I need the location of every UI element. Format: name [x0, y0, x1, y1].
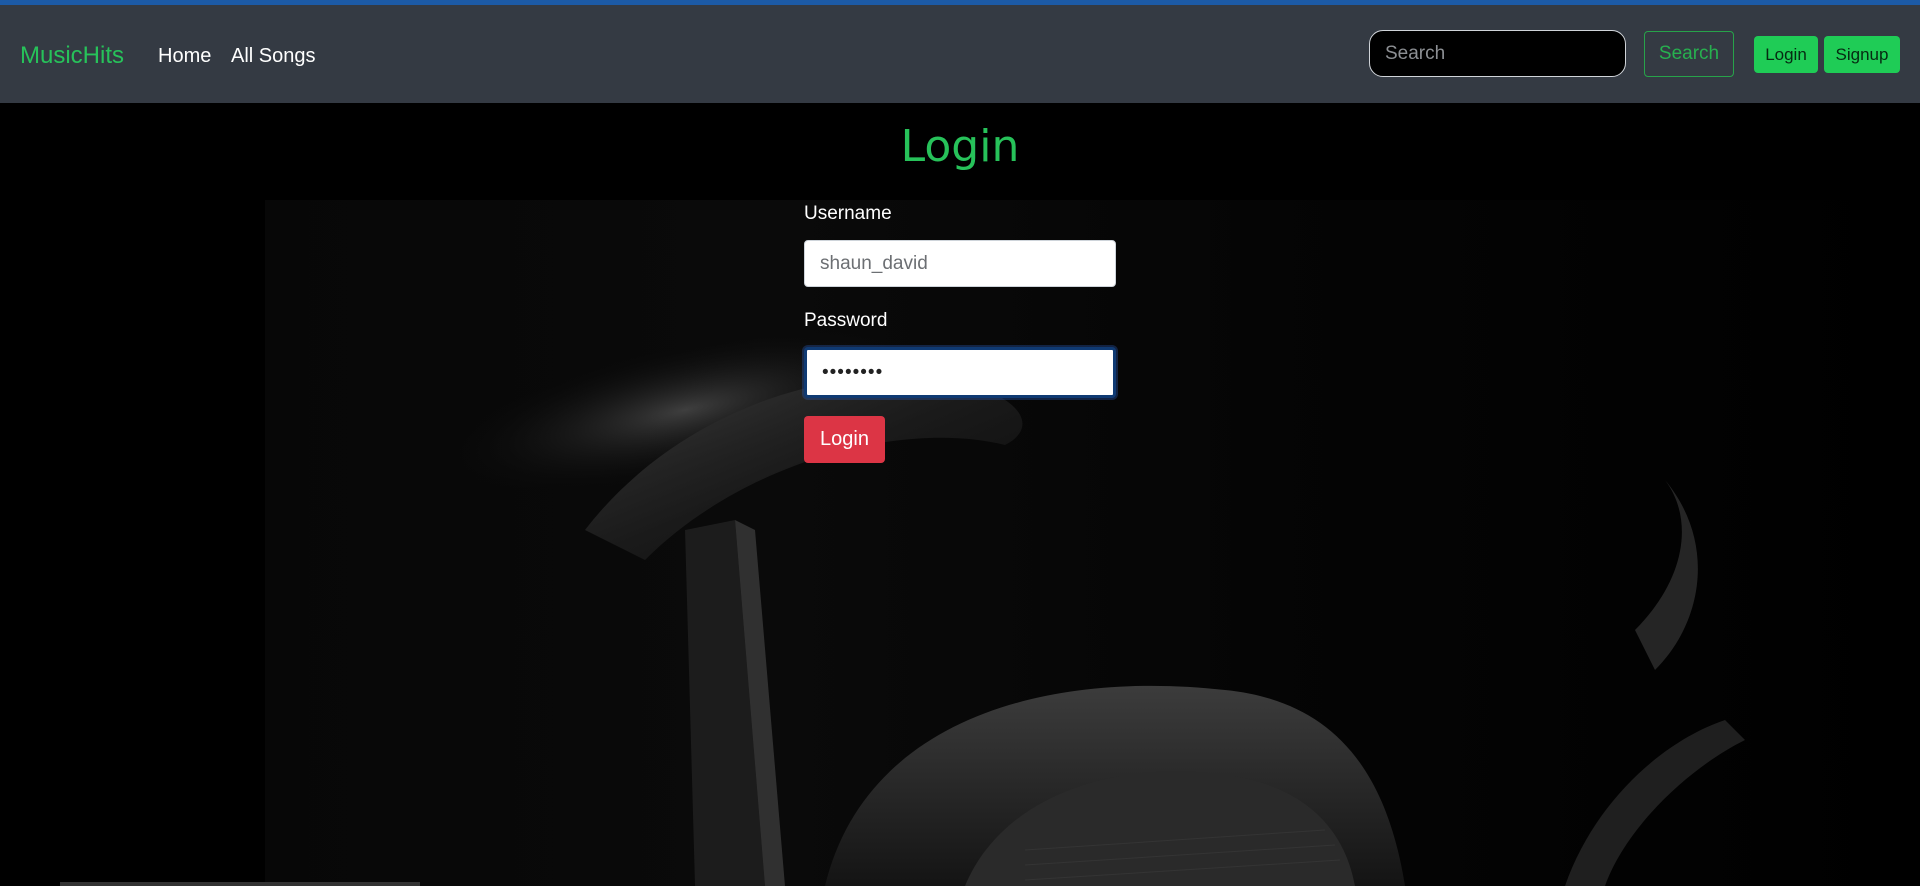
nav-login-button[interactable]: Login	[1754, 36, 1818, 73]
main-content: Login Username Password Login	[0, 103, 1920, 886]
username-field[interactable]	[804, 240, 1116, 287]
login-submit-button[interactable]: Login	[804, 416, 885, 463]
password-field[interactable]	[804, 347, 1116, 398]
brand-logo[interactable]: MusicHits	[20, 42, 124, 70]
password-label: Password	[804, 310, 888, 331]
navbar: MusicHits Home All Songs Search Login Si…	[0, 5, 1920, 103]
username-label: Username	[804, 203, 892, 224]
search-input[interactable]	[1369, 30, 1626, 77]
page-title: Login	[900, 121, 1020, 172]
search-button[interactable]: Search	[1644, 31, 1734, 77]
horizontal-scrollbar-thumb[interactable]	[60, 882, 420, 886]
nav-link-home[interactable]: Home	[158, 45, 211, 68]
background-headphones-image	[265, 200, 1920, 886]
nav-signup-button[interactable]: Signup	[1824, 36, 1900, 73]
nav-link-all-songs[interactable]: All Songs	[231, 45, 316, 68]
